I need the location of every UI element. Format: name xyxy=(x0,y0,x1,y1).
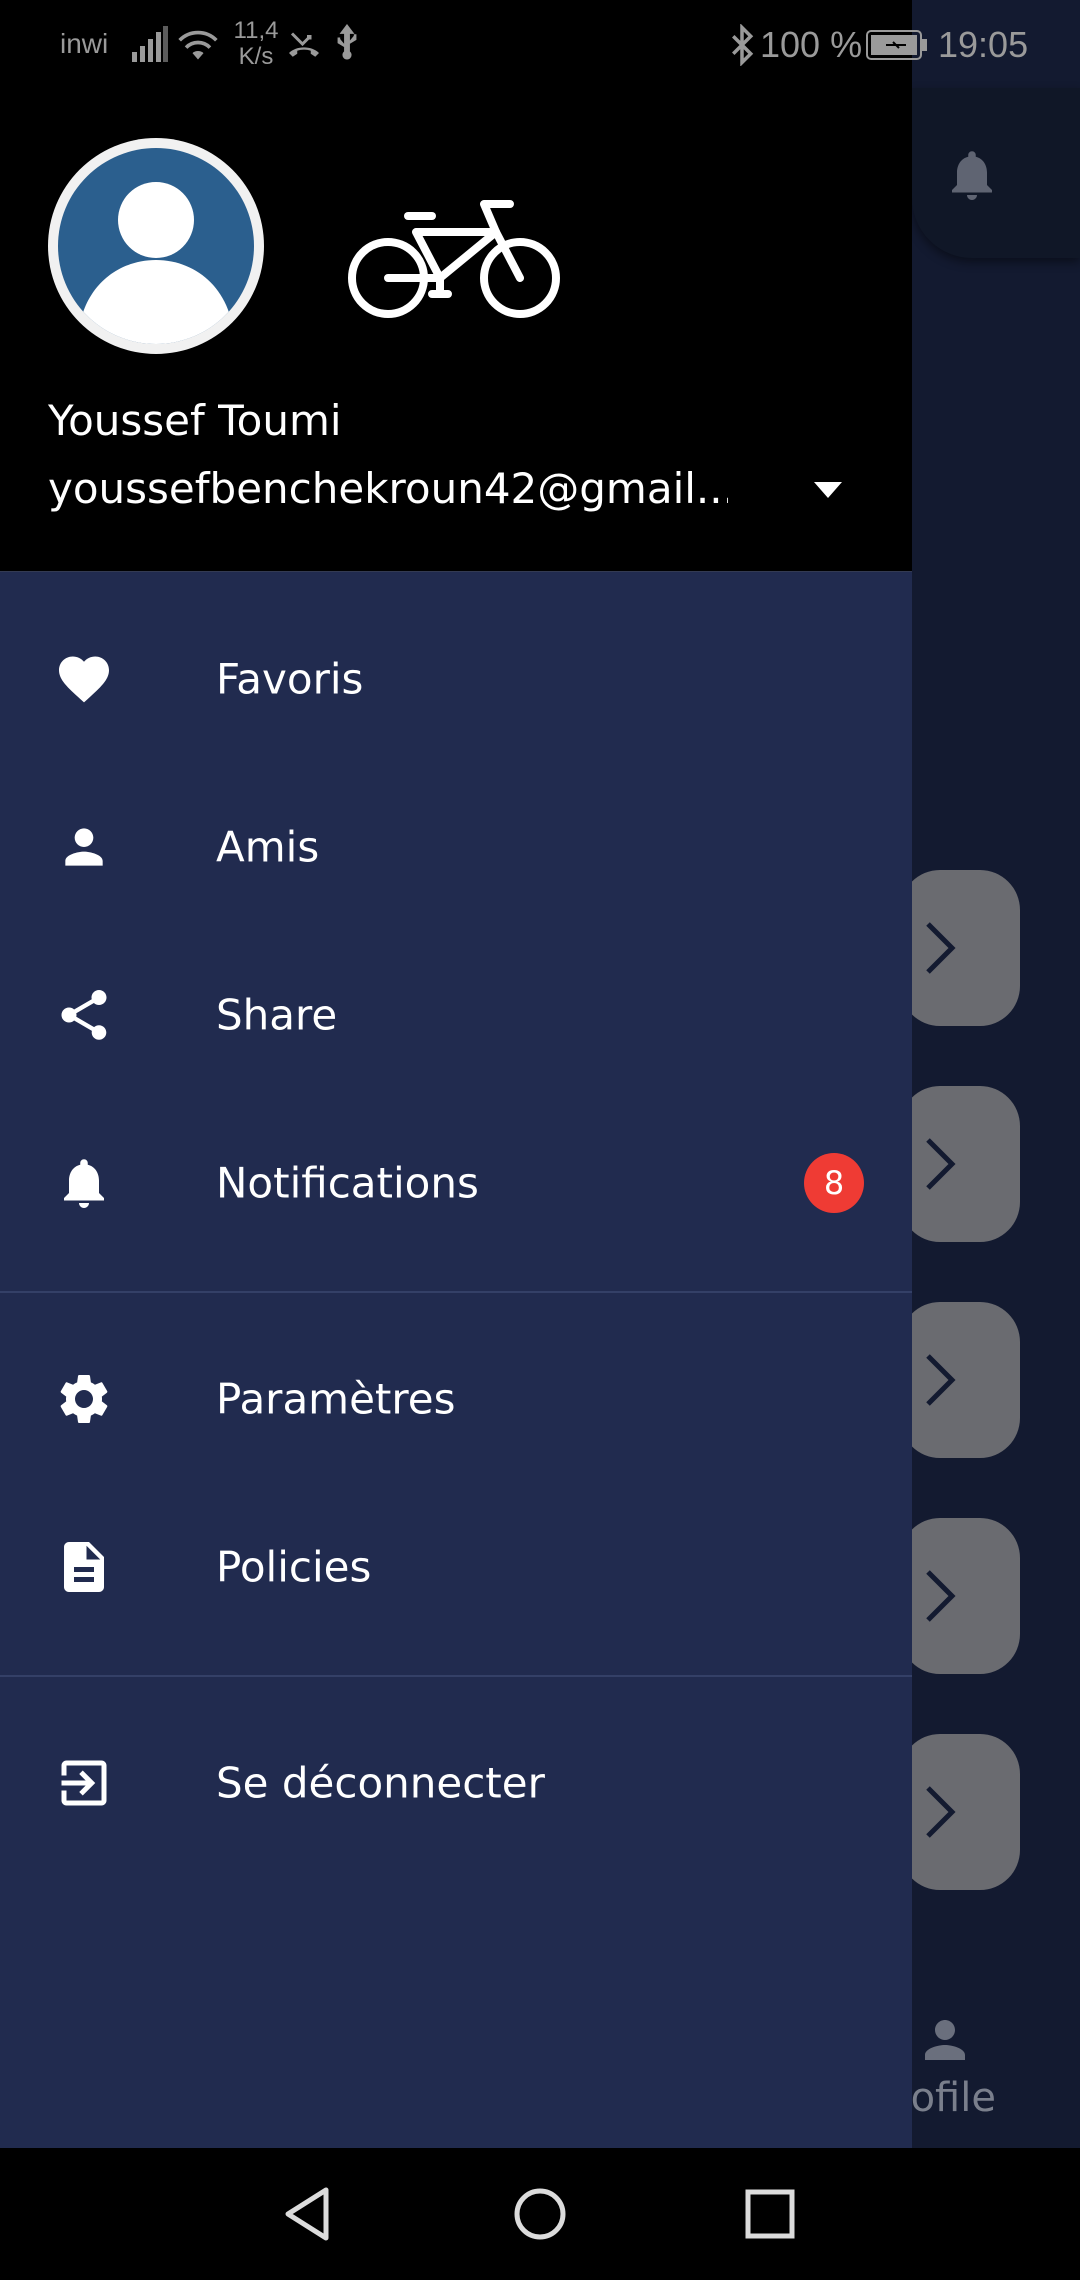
share-icon xyxy=(54,985,114,1045)
usb-icon xyxy=(337,24,357,60)
person-icon[interactable] xyxy=(915,2010,975,2070)
person-icon xyxy=(54,817,114,877)
menu-item-logout[interactable]: Se déconnecter xyxy=(0,1708,912,1858)
menu-label: Notifications xyxy=(216,1158,479,1208)
bg-card-button[interactable] xyxy=(900,870,1020,1026)
recent-apps-square-icon[interactable] xyxy=(734,2178,806,2250)
bicycle-icon xyxy=(348,200,560,318)
menu-label: Se déconnecter xyxy=(216,1758,545,1808)
clock: 19:05 xyxy=(938,24,1029,65)
user-name: Youssef Toumi xyxy=(48,396,342,445)
menu-label: Amis xyxy=(216,822,320,872)
heart-icon xyxy=(54,649,114,709)
menu-label: Favoris xyxy=(216,654,364,704)
menu-item-parametres[interactable]: Paramètres xyxy=(0,1324,912,1474)
bg-card-button[interactable] xyxy=(900,1302,1020,1458)
notification-count-badge: 8 xyxy=(804,1153,864,1213)
menu-label: Policies xyxy=(216,1542,372,1592)
menu-divider xyxy=(0,1675,912,1677)
person-silhouette-icon xyxy=(78,182,234,344)
menu-item-policies[interactable]: Policies xyxy=(0,1492,912,1642)
status-bar: inwi 11,4 K/s 100 % 19:05 xyxy=(0,0,1080,90)
bg-card-button[interactable] xyxy=(900,1734,1020,1890)
chevron-right-icon xyxy=(926,1138,956,1190)
bell-icon xyxy=(54,1153,114,1213)
signal-icon xyxy=(132,26,168,62)
bg-card-button[interactable] xyxy=(900,1086,1020,1242)
menu-item-amis[interactable]: Amis xyxy=(0,772,912,922)
system-navigation-bar xyxy=(0,2148,1080,2280)
net-speed-value: 11,4 xyxy=(233,17,279,44)
menu-item-share[interactable]: Share xyxy=(0,940,912,1090)
logout-icon xyxy=(54,1753,114,1813)
menu-divider xyxy=(0,1291,912,1293)
chevron-right-icon xyxy=(926,1570,956,1622)
gear-icon xyxy=(54,1369,114,1429)
menu-label: Paramètres xyxy=(216,1374,456,1424)
dropdown-arrow-icon[interactable] xyxy=(808,470,848,510)
avatar-icon xyxy=(58,148,254,344)
home-circle-icon[interactable] xyxy=(504,2178,576,2250)
net-speed-unit: K/s xyxy=(238,43,274,70)
menu-label: Share xyxy=(216,990,338,1040)
network-speed: 11,4 K/s xyxy=(228,18,284,70)
bell-icon[interactable] xyxy=(942,140,1002,210)
chevron-right-icon xyxy=(926,1354,956,1406)
document-icon xyxy=(54,1537,114,1597)
chevron-right-icon xyxy=(926,922,956,974)
bluetooth-icon xyxy=(732,24,754,66)
navigation-drawer: Youssef Toumi youssefbenchekroun42@gmail… xyxy=(0,0,912,2148)
battery-percentage: 100 % xyxy=(760,24,863,65)
battery-icon xyxy=(866,30,927,60)
missed-call-icon xyxy=(289,32,319,57)
back-triangle-icon[interactable] xyxy=(272,2178,344,2250)
user-email: youssefbenchekroun42@gmail... xyxy=(48,464,728,513)
menu-item-favoris[interactable]: Favoris xyxy=(0,604,912,754)
carrier-label: inwi xyxy=(60,28,109,59)
menu-item-notifications[interactable]: Notifications 8 xyxy=(0,1108,912,1258)
chevron-right-icon xyxy=(926,1786,956,1838)
bg-card-button[interactable] xyxy=(900,1518,1020,1674)
avatar[interactable] xyxy=(48,138,264,354)
wifi-icon xyxy=(178,30,218,60)
